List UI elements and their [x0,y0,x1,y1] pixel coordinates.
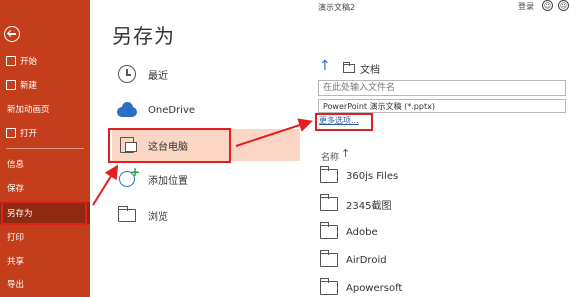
nav-item-label: 导出 [7,280,25,290]
folder-icon [319,194,338,211]
folder-icon [319,222,338,239]
folder-icon [319,250,338,267]
folder-row[interactable]: 360js Files [319,165,560,187]
folder-icon [319,278,338,295]
frown-feedback-icon[interactable]: ☹ [558,0,569,11]
folder-icon [319,166,338,183]
location-label: OneDrive [148,104,196,116]
location-label: 浏览 [148,211,168,223]
home-icon [6,56,16,66]
nav-item-label: 打开 [20,129,38,139]
location-add-place[interactable]: + 添加位置 [112,163,300,195]
onedrive-cloud-icon [117,102,137,117]
nav-divider [6,148,84,149]
signin-link[interactable]: 登录 [518,1,534,12]
annotation-box-this-pc [108,128,231,163]
location-label: 最近 [148,70,168,82]
clock-icon [118,65,136,83]
filename-input[interactable] [318,80,566,96]
nav-item-new-animation-page[interactable]: 新加动画页 [0,98,90,120]
current-path-label: 文档 [360,65,380,76]
annotation-box-save-as [1,201,87,225]
nav-item-label: 信息 [7,160,25,170]
folder-name: 360js Files [346,170,399,182]
folder-name: Apowersoft [346,282,403,294]
location-label: 添加位置 [148,175,188,187]
document-title: 演示文稿2 [318,3,356,12]
nav-item-label: 开始 [20,57,38,67]
smiley-feedback-icon[interactable]: ☺ [542,0,553,11]
annotation-box-more-options [315,113,373,131]
nav-item-home[interactable]: 开始 [0,50,90,72]
up-folder-arrow-icon[interactable]: ↑ [319,58,331,74]
browse-folder-icon [117,205,136,222]
add-location-icon: + [119,165,140,187]
folder-row[interactable]: Adobe [319,221,560,243]
location-browse[interactable]: 浏览 [112,199,300,231]
location-recent[interactable]: 最近 [112,58,300,90]
folder-name: 2345截图 [346,200,392,212]
nav-item-label: 共享 [7,257,25,267]
folder-name: AirDroid [346,254,387,266]
nav-item-info[interactable]: 信息 [0,153,90,175]
sort-ascending-icon[interactable]: ↑ [341,147,350,160]
location-onedrive[interactable]: OneDrive [112,94,300,126]
nav-item-open[interactable]: 打开 [0,122,90,144]
page-title: 另存为 [112,24,175,48]
nav-item-label: 保存 [7,184,25,194]
nav-item-new[interactable]: 新建 [0,74,90,96]
nav-item-print[interactable]: 打印 [0,226,90,248]
folder-row[interactable]: 2345截图 [319,193,560,215]
open-folder-icon [6,128,16,138]
nav-item-share[interactable]: 共享 [0,250,90,272]
nav-item-save[interactable]: 保存 [0,177,90,199]
backstage-nav: 开始 新建 新加动画页 打开 信息 保存 另存为 打印 共享 导出 [0,0,90,297]
folder-row[interactable]: AirDroid [319,249,560,271]
folder-row[interactable]: Apowersoft [319,277,560,297]
back-arrow-icon[interactable] [4,26,20,42]
name-column-header[interactable]: 名称 [321,150,339,163]
nav-item-label: 新建 [20,81,38,91]
folder-name: Adobe [346,226,378,238]
nav-item-label: 新加动画页 [7,105,50,115]
nav-item-export[interactable]: 导出 [0,273,90,295]
folder-icon [342,62,355,73]
new-document-icon [6,80,16,90]
file-type-select[interactable]: PowerPoint 演示文稿 (*.pptx) [318,99,566,113]
nav-item-label: 打印 [7,233,25,243]
